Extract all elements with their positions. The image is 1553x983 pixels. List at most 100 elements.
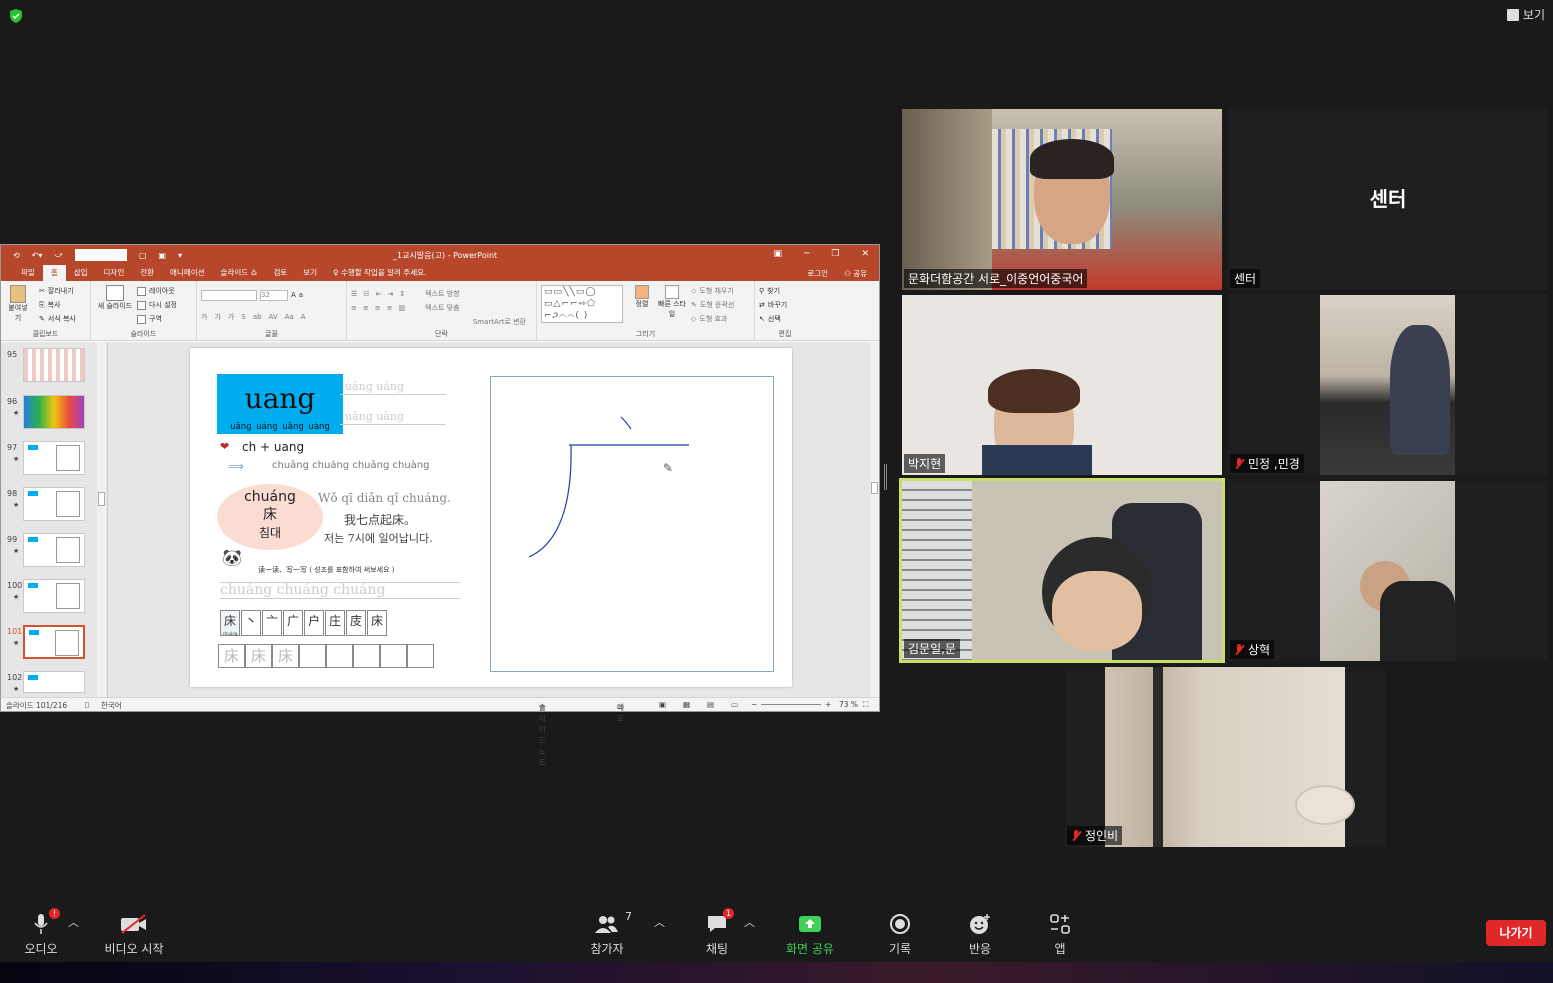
zoom-slider[interactable] [761, 704, 821, 705]
outdent-icon[interactable]: ⇥ [387, 290, 393, 298]
shape-effects-button[interactable]: ◇ 도형 효과 [691, 312, 734, 326]
copy-button[interactable]: ⎘ 복사 [39, 298, 76, 312]
login-link[interactable]: 로그인 [807, 268, 828, 279]
drawing-canvas[interactable]: ✎ [490, 376, 774, 672]
shadow-icon[interactable]: S [241, 313, 245, 321]
tell-me-box[interactable]: ♀ 수행할 작업을 알려 주세요. [325, 265, 434, 281]
shared-screen-powerpoint[interactable]: ⟲ ↶▾ ⤻ ▢ ▣ ▾ _1교시발음(고) - PowerPoint ▣ ─ … [0, 244, 880, 767]
record-button[interactable]: 기록 [882, 912, 918, 957]
tab-view[interactable]: 보기 [295, 265, 325, 281]
spacing-icon[interactable]: AV [269, 313, 278, 321]
video-tile[interactable]: 문화더함공간 서로_이중언어중국어 [902, 109, 1222, 290]
audio-button[interactable]: ! 오디오 [18, 908, 64, 957]
slide-thumbnail[interactable]: 97 ★ [5, 441, 90, 479]
undo-icon[interactable]: ↶▾ [32, 251, 43, 260]
tab-insert[interactable]: 삽입 [66, 265, 96, 281]
cut-button[interactable]: ✂ 잘라내기 [39, 284, 76, 298]
tab-file[interactable]: 파일 [13, 265, 43, 281]
align-right-icon[interactable]: ≡ [375, 304, 381, 312]
shape-outline-button[interactable]: ✎ 도형 윤곽선 [691, 298, 734, 312]
share-screen-button[interactable]: 화면 공유 [780, 912, 840, 957]
slide-scrollbar[interactable] [870, 342, 879, 697]
section-button[interactable]: 구역 [137, 312, 177, 326]
font-name-field[interactable] [201, 289, 257, 301]
leave-meeting-button[interactable]: 나가기 [1486, 920, 1546, 946]
tab-review[interactable]: 검토 [265, 265, 295, 281]
arrange-button[interactable]: 정렬 [629, 285, 655, 309]
line-spacing-icon[interactable]: ↕ [399, 290, 405, 298]
slideshow-view-icon[interactable]: ▭ [731, 700, 738, 709]
justify-icon[interactable]: ≡ [387, 304, 393, 312]
language-label[interactable]: 한국어 [101, 700, 122, 711]
reset-button[interactable]: 다시 설정 [137, 298, 177, 312]
normal-view-icon[interactable]: ▣ [659, 700, 666, 709]
participants-options-caret-icon[interactable]: ︿ [654, 914, 665, 930]
video-tile[interactable]: 센터 센터 [1228, 109, 1548, 290]
slide-thumbnail-selected[interactable]: 101 ★ [5, 625, 90, 663]
slide-thumbnail[interactable]: 99 ★ [5, 533, 90, 571]
autosave-icon[interactable]: ⟲ [13, 251, 20, 260]
minimize-icon[interactable]: ─ [804, 249, 809, 259]
shapes-gallery[interactable]: ▭▭╲╲▭◯ ▭△⌐⌐⇨⬠ ⌐ጋ⌒⌒( ) [541, 285, 623, 323]
smartart-button[interactable]: SmartArt로 변환 [351, 315, 532, 329]
split-resize-handle[interactable] [884, 464, 887, 490]
bullets-icon[interactable]: ☰ [351, 290, 357, 298]
align-center-icon[interactable]: ≡ [363, 304, 369, 312]
slide-thumbnail[interactable]: 95 [5, 348, 90, 386]
tab-animations[interactable]: 애니메이션 [162, 265, 213, 281]
video-tile[interactable]: 정인비 [1065, 667, 1385, 847]
align-left-icon[interactable]: ≡ [351, 304, 357, 312]
shield-icon[interactable] [8, 8, 24, 24]
share-button[interactable]: ⚇ 공유 [844, 268, 867, 279]
apps-button[interactable]: 앱 [1044, 912, 1076, 957]
layout-button[interactable]: 레이아웃 [137, 284, 177, 298]
video-tile[interactable]: 민정 ,민경 [1228, 295, 1548, 475]
format-painter-button[interactable]: ✎ 서식 복사 [39, 312, 76, 326]
text-align-button[interactable]: 텍스트 맞춤 [425, 303, 459, 313]
chat-button[interactable]: 1 채팅 [700, 908, 734, 957]
columns-icon[interactable]: ▥ [399, 304, 406, 312]
tab-home[interactable]: 홈 [42, 265, 66, 281]
video-tile[interactable]: 상혁 [1228, 481, 1548, 661]
video-tile[interactable]: 박지현 [902, 295, 1222, 475]
numbering-icon[interactable]: ☷ [363, 290, 369, 298]
font-size-field[interactable]: 32 [260, 289, 288, 301]
reading-view-icon[interactable]: ▤ [707, 700, 714, 709]
slide-thumbnails-pane[interactable]: 95 96 ★ 97 ★ 98 ★ 99 ★ 100 ★ 101 ★ 102 ★ [1, 342, 108, 697]
thumbnail-scrollbar[interactable] [97, 342, 106, 697]
underline-icon[interactable]: 가 [228, 312, 234, 322]
zoom-level[interactable]: 73 % [839, 700, 858, 709]
replace-button[interactable]: ⇄ 바꾸기 [759, 298, 811, 312]
tab-slideshow[interactable]: 슬라이드 쇼 [213, 265, 266, 281]
ribbon-options-icon[interactable]: ▣ [773, 249, 782, 259]
font-color-icon[interactable]: A [301, 313, 306, 321]
video-tile-active-speaker[interactable]: 김문일,문 [899, 478, 1225, 663]
close-icon[interactable]: ✕ [861, 249, 869, 259]
slide-thumbnail[interactable]: 96 ★ [5, 395, 90, 433]
strike-icon[interactable]: ab [253, 313, 262, 321]
current-slide[interactable]: uang uāng uáng uǎng uàng uāng uáng uǎng … [190, 348, 792, 687]
shape-fill-button[interactable]: ◇ 도형 채우기 [691, 284, 734, 298]
text-direction-button[interactable]: 텍스트 방향 [425, 289, 459, 299]
view-button[interactable]: 보기 [1506, 6, 1545, 23]
zoom-out-icon[interactable]: − [751, 700, 757, 709]
slide-thumbnail[interactable]: 100 ★ [5, 579, 90, 617]
scroll-thumb[interactable] [871, 482, 878, 494]
customize-icon[interactable]: ▾ [178, 251, 182, 260]
shrink-font-icon[interactable]: a [299, 291, 303, 299]
restore-icon[interactable]: ❐ [831, 249, 839, 259]
tab-design[interactable]: 디자인 [96, 265, 133, 281]
find-button[interactable]: ⚲ 찾기 [759, 284, 811, 298]
chat-options-caret-icon[interactable]: ︿ [744, 914, 755, 930]
new-slide-button[interactable]: 새 슬라이드 [95, 285, 135, 311]
participants-button[interactable]: 7 참가자 [584, 910, 632, 957]
tab-transitions[interactable]: 전환 [132, 265, 162, 281]
slide-thumbnail[interactable]: 98 ★ [5, 487, 90, 525]
reactions-button[interactable]: 반응 [962, 912, 998, 957]
new-file-icon[interactable]: ▢ [139, 251, 147, 260]
paste-button[interactable]: 붙여넣기 [7, 285, 29, 323]
start-video-button[interactable]: 비디오 시작 [98, 912, 170, 957]
select-button[interactable]: ↖ 선택 [759, 312, 811, 326]
audio-options-caret-icon[interactable]: ︿ [68, 914, 79, 930]
quick-styles-button[interactable]: 빠른 스타일 [655, 285, 689, 319]
